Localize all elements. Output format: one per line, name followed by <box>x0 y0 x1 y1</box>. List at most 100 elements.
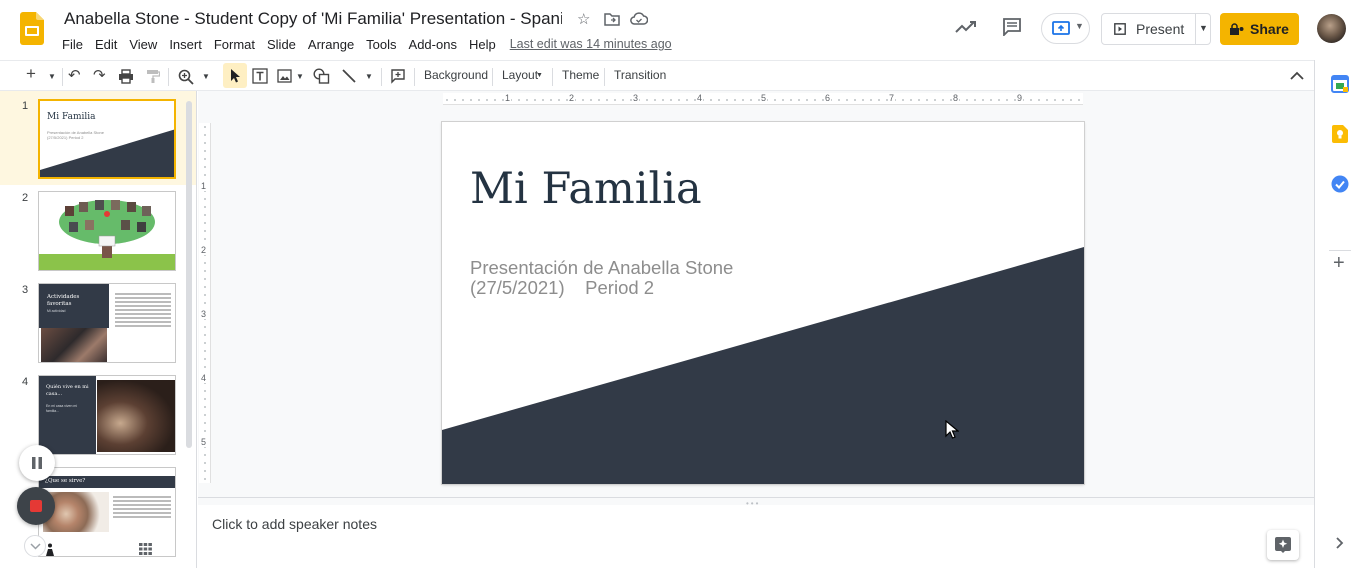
get-addons-plus-icon[interactable]: + <box>1333 252 1345 275</box>
last-edit-link[interactable]: Last edit was 14 minutes ago <box>510 37 672 51</box>
line-chevron-icon[interactable]: ▼ <box>365 72 373 81</box>
divider <box>552 68 553 86</box>
menu-insert[interactable]: Insert <box>163 37 208 52</box>
insert-image-icon[interactable] <box>277 69 292 83</box>
slide-thumbnail-5[interactable]: ¿Que se sirve? <box>38 467 176 557</box>
theme-button[interactable]: Theme <box>562 68 599 82</box>
family-tree-thumb-image <box>39 200 175 270</box>
account-avatar[interactable] <box>1317 14 1346 43</box>
explore-button[interactable] <box>1267 530 1299 560</box>
layout-button[interactable]: Layout <box>502 68 538 82</box>
chevron-down-icon <box>30 543 41 550</box>
ruler-label: 1 <box>504 93 512 103</box>
ruler-label: 6 <box>824 93 832 103</box>
divider <box>62 68 63 86</box>
thumb-text-lines <box>113 496 171 498</box>
slide-number: 3 <box>22 284 29 296</box>
slide-thumbnail-4[interactable]: Quién vive en mi casa... En mi casa vive… <box>38 375 176 455</box>
print-icon[interactable] <box>118 69 134 84</box>
comments-icon[interactable] <box>1002 17 1022 36</box>
share-button[interactable]: Share <box>1220 13 1299 45</box>
cloud-saved-icon[interactable] <box>630 12 648 26</box>
ruler-label: 5 <box>201 437 207 447</box>
thumb-sub: Mi actividad <box>47 309 66 313</box>
speaker-notes-placeholder[interactable]: Click to add speaker notes <box>212 516 377 532</box>
lock-people-icon <box>1230 23 1244 35</box>
ruler-label: 5 <box>760 93 768 103</box>
calendar-icon[interactable] <box>1331 75 1349 93</box>
menu-view[interactable]: View <box>123 37 163 52</box>
current-slide[interactable]: Mi Familia Presentación de Anabella Ston… <box>442 122 1084 484</box>
grid-view-icon[interactable] <box>139 543 152 555</box>
recording-stop-button[interactable] <box>17 487 55 525</box>
thumb-photo <box>41 328 107 362</box>
new-slide-present-button[interactable]: ▼ <box>1041 13 1090 44</box>
present-button[interactable]: Present ▼ <box>1101 13 1211 45</box>
transition-button[interactable]: Transition <box>614 68 666 82</box>
vertical-ruler[interactable]: 1 2 3 4 5 <box>199 123 211 483</box>
slides-editor: { "header": { "doc_title": "Anabella Sto… <box>0 0 1366 568</box>
tasks-icon[interactable] <box>1331 175 1349 193</box>
image-chevron-icon[interactable]: ▼ <box>296 72 304 81</box>
background-button[interactable]: Background <box>424 68 488 82</box>
slide-number: 4 <box>22 376 29 388</box>
new-slide-plus-icon[interactable]: + <box>26 64 36 84</box>
thumb-title: Mi Familia <box>47 112 96 122</box>
undo-icon[interactable]: ↶ <box>68 66 81 84</box>
ruler-label: 8 <box>952 93 960 103</box>
slides-logo-icon[interactable] <box>20 12 44 45</box>
recording-pause-button[interactable] <box>19 445 55 481</box>
slide-thumbnail-1[interactable]: Mi Familia Presentación de Anabella Ston… <box>38 99 176 179</box>
thumb-title: Quién vive en mi casa... <box>46 384 89 397</box>
ruler-label: 7 <box>888 93 896 103</box>
divider <box>1329 250 1351 251</box>
ruler-label: 9 <box>1016 93 1024 103</box>
slide-thumbnail-2[interactable] <box>38 191 176 271</box>
horizontal-ruler[interactable]: 1 2 3 4 5 6 7 8 9 <box>443 93 1083 106</box>
app-header: Anabella Stone - Student Copy of 'Mi Fam… <box>0 0 1366 60</box>
stop-record-icon <box>30 500 42 512</box>
collapse-toolbar-chevron-up-icon[interactable] <box>1290 71 1304 80</box>
activity-trend-icon[interactable] <box>955 20 977 34</box>
ruler-label: 3 <box>632 93 640 103</box>
zoom-chevron-icon[interactable]: ▼ <box>202 72 210 81</box>
ruler-label: 4 <box>696 93 704 103</box>
speaker-notes-panel[interactable]: Click to add speaker notes <box>198 505 1314 568</box>
filmstrip-scrollbar[interactable] <box>186 101 192 448</box>
menu-format[interactable]: Format <box>208 37 261 52</box>
menu-slide[interactable]: Slide <box>261 37 302 52</box>
star-icon[interactable]: ☆ <box>577 10 590 28</box>
paint-format-icon[interactable] <box>146 69 160 84</box>
slide-subtitle-line1[interactable]: Presentación de Anabella Stone <box>470 257 733 279</box>
expand-side-panel-chevron-icon[interactable] <box>1335 537 1344 549</box>
slide-subtitle-line2[interactable]: (27/5/2021) Period 2 <box>470 277 654 299</box>
slide-thumbnail-3[interactable]: Actividades favoritas Mi actividad <box>38 283 176 363</box>
select-tool-active[interactable] <box>223 63 247 88</box>
keep-notes-icon[interactable] <box>1332 125 1348 143</box>
menu-arrange[interactable]: Arrange <box>302 37 360 52</box>
recorder-collapse-button[interactable] <box>24 535 46 557</box>
divider <box>414 68 415 86</box>
line-icon[interactable] <box>341 68 357 84</box>
thumb-title: ¿Que se sirve? <box>45 478 86 484</box>
accessibility-person-icon[interactable] <box>45 543 55 557</box>
redo-icon[interactable]: ↷ <box>93 66 106 84</box>
notes-resize-handle[interactable]: ••• <box>198 497 1314 508</box>
add-comment-icon[interactable] <box>390 68 406 84</box>
slide-title[interactable]: Mi Familia <box>470 164 702 214</box>
zoom-icon[interactable] <box>178 69 194 85</box>
document-title[interactable]: Anabella Stone - Student Copy of 'Mi Fam… <box>64 9 562 29</box>
menu-help[interactable]: Help <box>463 37 502 52</box>
menu-file[interactable]: File <box>56 37 89 52</box>
slide-number: 1 <box>22 100 29 112</box>
explore-sparkle-icon <box>1275 537 1291 553</box>
present-options-chevron-icon[interactable]: ▼ <box>1199 23 1208 33</box>
menu-edit[interactable]: Edit <box>89 37 123 52</box>
shape-icon[interactable] <box>313 68 330 84</box>
move-folder-icon[interactable] <box>604 12 620 26</box>
new-slide-chevron-icon[interactable]: ▼ <box>48 72 56 81</box>
thumb-subtitle: Presentación de Anabella Stone (27/5/202… <box>47 130 104 140</box>
menu-addons[interactable]: Add-ons <box>403 37 463 52</box>
text-box-icon[interactable] <box>252 68 268 84</box>
menu-tools[interactable]: Tools <box>360 37 402 52</box>
